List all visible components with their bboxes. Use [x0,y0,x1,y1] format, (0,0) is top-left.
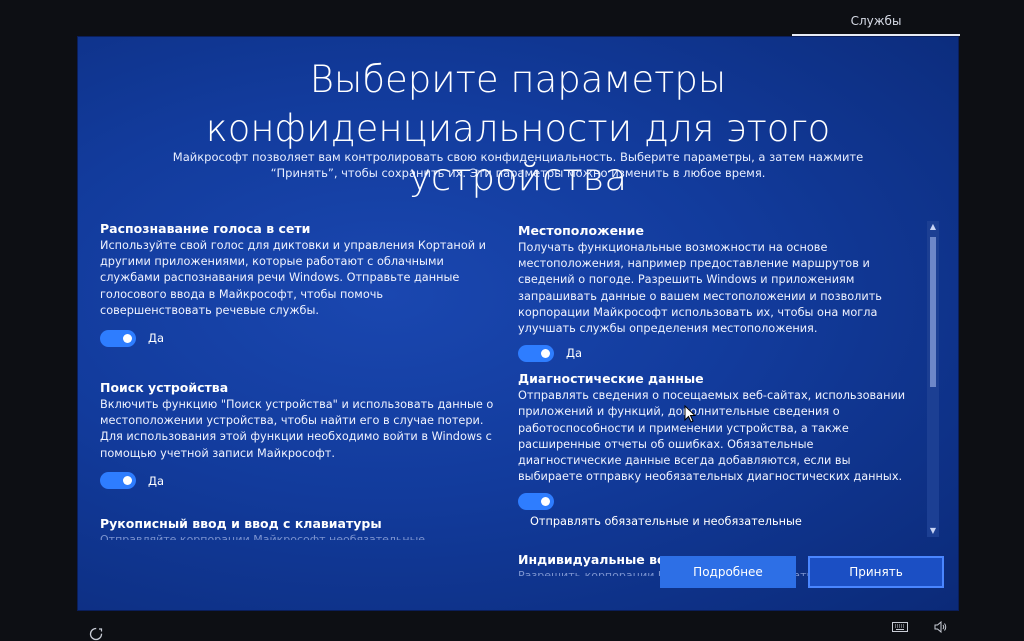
toggle-row: Да [100,328,495,348]
toggle-knob [541,496,550,506]
online-speech-toggle[interactable] [100,329,136,347]
setting-online-speech: Распознавание голоса в сети Используйте … [100,220,495,348]
setting-description: Используйте свой голос для диктовки и уп… [100,239,487,317]
bottom-system-bar [0,612,1024,641]
toggle-knob [123,333,132,343]
mouse-pointer-icon [684,405,696,423]
setting-title: Поиск устройства [100,380,229,396]
toggle-label: Да [148,331,165,346]
settings-scrollbar[interactable]: ▲ ▼ [927,221,939,537]
setting-description: Получать функциональные возможности на о… [518,241,882,336]
toggle-row: Да [100,471,495,491]
volume-icon[interactable] [934,621,948,633]
page-subtitle: Майкрософт позволяет вам контролировать … [172,150,864,180]
toggle-label: Да [566,346,583,361]
find-my-device-toggle[interactable] [100,472,136,490]
setting-find-my-device: Поиск устройства Включить функцию "Поиск… [100,379,495,491]
right-settings-column: Местоположение Получать функциональные в… [518,222,913,576]
scroll-up-arrow-icon[interactable]: ▲ [927,221,939,233]
privacy-settings-panel: Выберите параметры конфиденциальности дл… [78,37,958,610]
diagnostic-data-toggle[interactable] [518,492,554,510]
accept-button[interactable]: Принять [808,556,944,588]
toggle-row [518,491,913,511]
ease-of-access-icon[interactable] [89,627,103,641]
left-settings-column: Распознавание голоса в сети Используйте … [100,220,495,540]
setting-description: Отправлять сведения о посещаемых веб-сай… [518,389,906,484]
setting-inking-typing: Рукописный ввод и ввод с клавиатуры Отпр… [100,515,495,540]
location-toggle[interactable] [518,344,554,362]
toggle-knob [541,348,550,358]
setting-title: Диагностические данные [518,371,704,387]
setting-diagnostic-data: Диагностические данные Отправлять сведен… [518,370,913,528]
setting-description-clipped: Отправляйте корпорации Майкрософт необяз… [100,533,426,540]
toggle-label: Отправлять обязательные и необязательные… [530,515,802,529]
setting-title: Рукописный ввод и ввод с клавиатуры [100,516,382,531]
toggle-label: Да [148,473,165,488]
setting-title: Местоположение [518,223,644,238]
setting-location: Местоположение Получать функциональные в… [518,222,913,363]
setting-description: Включить функцию "Поиск устройства" и ис… [100,398,494,460]
scroll-thumb[interactable] [930,237,936,387]
tab-services[interactable]: Службы [792,8,960,36]
toggle-row: Да [518,343,913,363]
scroll-down-arrow-icon[interactable]: ▼ [927,525,939,537]
setting-title: Распознавание голоса в сети [100,221,311,236]
keyboard-icon[interactable] [892,622,908,632]
toggle-knob [123,476,132,486]
learn-more-button[interactable]: Подробнее [660,556,796,588]
